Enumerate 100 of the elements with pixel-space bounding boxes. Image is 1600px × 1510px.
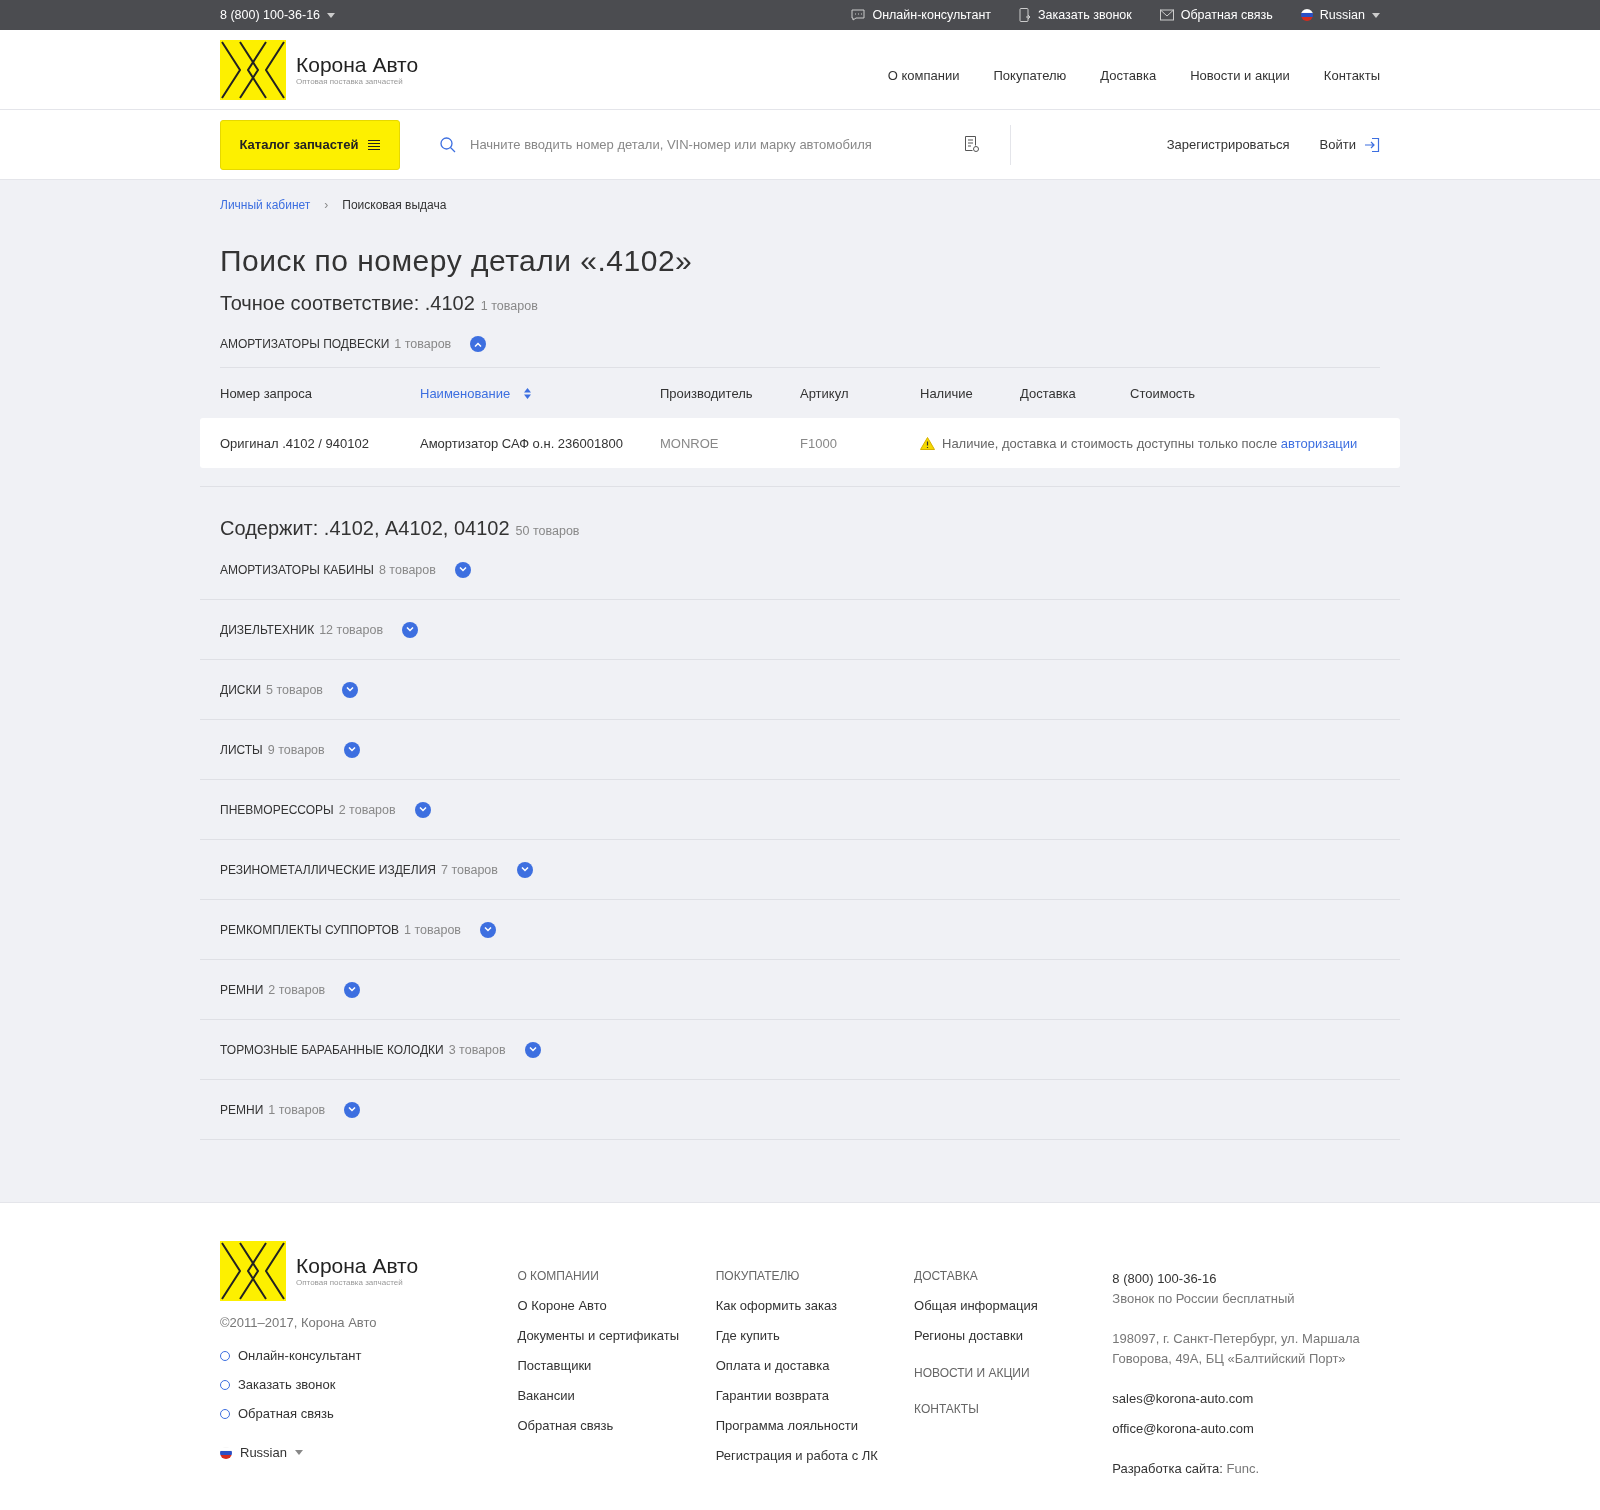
logo-name: Корона Авто — [296, 1255, 419, 1276]
chevron-down-icon — [348, 1107, 357, 1112]
category-count: 1 товаров — [268, 1102, 326, 1117]
collapse-button[interactable] — [470, 336, 487, 352]
chevron-down-icon — [346, 687, 354, 692]
email-link[interactable]: office@korona-auto.com — [1112, 1419, 1380, 1439]
footer-link[interactable]: Как оформить заказ — [715, 1297, 915, 1314]
footer-link[interactable]: Гарантии возврата — [715, 1387, 915, 1404]
column-header: Номер запроса — [220, 385, 314, 401]
chevron-down-icon — [348, 987, 357, 992]
topbar-link[interactable]: Заказать звонок — [1019, 8, 1132, 22]
category-count: 2 товаров — [338, 802, 396, 817]
table-cell-text: Амортизатор САФ о.н. 236001800 — [420, 435, 624, 451]
nav-link[interactable]: Новости и акции — [1190, 68, 1290, 83]
category-count: 12 товаров — [319, 622, 384, 637]
breadcrumb-link[interactable]: Личный кабинет — [220, 198, 311, 212]
language-dropdown[interactable]: Russian — [220, 1445, 518, 1460]
chat-icon — [851, 9, 866, 21]
expand-button[interactable] — [342, 681, 358, 698]
logo-tagline: Оптовая поставка запчастей — [296, 1278, 404, 1287]
caret-icon — [294, 1450, 303, 1455]
category-name: ЛИСТЫ — [220, 742, 263, 757]
footer-heading[interactable]: О КОМПАНИИ — [517, 1269, 716, 1283]
expand-button[interactable] — [454, 561, 471, 578]
column-header: Производитель — [660, 385, 754, 401]
footer-heading[interactable]: НОВОСТИ И АКЦИИ — [914, 1366, 1113, 1380]
category-name: РЕЗИНОМЕТАЛЛИЧЕСКИЕ ИЗДЕЛИЯ — [220, 862, 436, 877]
menu-icon — [368, 139, 381, 150]
nav-link[interactable]: О компании — [887, 68, 960, 83]
language-label: Russian — [1319, 8, 1365, 22]
category-count: 1 товаров — [404, 922, 461, 937]
section-heading: Содержит: .4102, А4102, 04102 — [220, 517, 510, 540]
footer-link[interactable]: Документы и сертификаты — [517, 1327, 716, 1344]
table-cell-text: MONROE — [660, 435, 720, 451]
category-name: ПНЕВМОРЕССОРЫ — [220, 802, 334, 817]
category-count: 3 товаров — [448, 1042, 506, 1057]
footer-heading[interactable]: ПОКУПАТЕЛЮ — [715, 1269, 915, 1283]
expand-button[interactable] — [402, 621, 419, 638]
language-dropdown[interactable]: Russian — [1300, 8, 1380, 22]
phone-icon — [1019, 8, 1032, 22]
category-count: 1 товаров — [394, 337, 452, 351]
table-cell-text: F1000 — [800, 435, 838, 451]
breadcrumb-current: Поисковая выдача — [342, 198, 447, 212]
footer-link[interactable]: Поставщики — [517, 1357, 716, 1374]
footer-link[interactable]: Обратная связь — [517, 1417, 716, 1434]
developer-link[interactable]: Func. — [1226, 1461, 1259, 1476]
footer-heading[interactable]: КОНТАКТЫ — [914, 1402, 1113, 1416]
chevron-down-icon — [484, 927, 492, 932]
footer-phone: 8 (800) 100-36-16 — [1112, 1270, 1218, 1288]
register-link[interactable]: Зарегистрироваться — [1166, 137, 1290, 152]
footer-link[interactable]: Регистрация и работа с ЛК — [715, 1447, 915, 1464]
authorization-link[interactable]: авторизации — [1280, 435, 1358, 451]
footer-link[interactable]: Обратная связь — [238, 1406, 334, 1421]
email-link[interactable]: sales@korona-auto.com — [1112, 1389, 1380, 1409]
chevron-up-icon — [474, 341, 483, 347]
footer-link[interactable]: Программа лояльности — [715, 1417, 915, 1434]
category-count: 2 товаров — [268, 982, 326, 997]
logo-name: Корона Авто — [296, 53, 419, 75]
column-header: Артикул — [800, 385, 850, 401]
expand-button[interactable] — [344, 981, 361, 998]
nav-link[interactable]: Доставка — [1100, 68, 1157, 83]
catalog-button[interactable]: Каталог запчастей — [220, 119, 400, 170]
russian-flag-icon — [220, 1446, 232, 1459]
mail-icon — [1159, 9, 1174, 21]
category-name: РЕМНИ — [220, 1102, 264, 1117]
chevron-down-icon — [406, 627, 415, 632]
category-name: ДИСКИ — [220, 682, 262, 697]
footer-link[interactable]: Где купить — [715, 1327, 915, 1344]
expand-button[interactable] — [524, 1041, 541, 1058]
document-icon[interactable] — [964, 136, 980, 153]
column-header: Наличие — [920, 385, 974, 401]
footer-heading[interactable]: ДОСТАВКА — [914, 1269, 1113, 1283]
expand-button[interactable] — [414, 801, 431, 818]
table-cell-text: Оригинал .4102 / 940102 — [220, 435, 370, 451]
footer-link[interactable]: О Короне Авто — [517, 1297, 716, 1314]
footer-link[interactable]: Онлайн-консультант — [238, 1348, 362, 1363]
category-name: АМОРТИЗАТОРЫ КАБИНЫ — [220, 562, 374, 577]
chevron-down-icon — [458, 567, 467, 572]
expand-button[interactable] — [343, 741, 360, 758]
footer-link[interactable]: Регионы доставки — [914, 1327, 1113, 1344]
nav-link[interactable]: Контакты — [1323, 68, 1380, 83]
column-header[interactable]: Наименование — [420, 385, 660, 401]
expand-button[interactable] — [516, 861, 533, 878]
footer-link[interactable]: Заказать звонок — [238, 1377, 336, 1392]
footer-link[interactable]: Общая информация — [914, 1297, 1113, 1314]
expand-button[interactable] — [480, 921, 496, 938]
category-name: ДИЗЕЛЬТЕХНИК — [220, 622, 315, 637]
footer-link[interactable]: Оплата и доставка — [715, 1357, 915, 1374]
expand-button[interactable] — [344, 1101, 361, 1118]
phone-dropdown[interactable]: 8 (800) 100-36-16 — [220, 8, 336, 22]
section-heading: Точное соответствие: .4102 — [220, 292, 475, 315]
login-icon — [1364, 136, 1380, 153]
russian-flag-icon — [1300, 9, 1313, 21]
category-name: АМОРТИЗАТОРЫ ПОДВЕСКИ — [220, 337, 390, 351]
warning-icon — [920, 436, 935, 450]
breadcrumb-separator: › — [324, 198, 329, 212]
footer-link[interactable]: Вакансии — [517, 1387, 716, 1404]
topbar-link[interactable]: Обратная связь — [1159, 8, 1273, 22]
login-link[interactable]: Войти — [1319, 136, 1380, 153]
nav-link[interactable]: Покупателю — [993, 68, 1067, 83]
